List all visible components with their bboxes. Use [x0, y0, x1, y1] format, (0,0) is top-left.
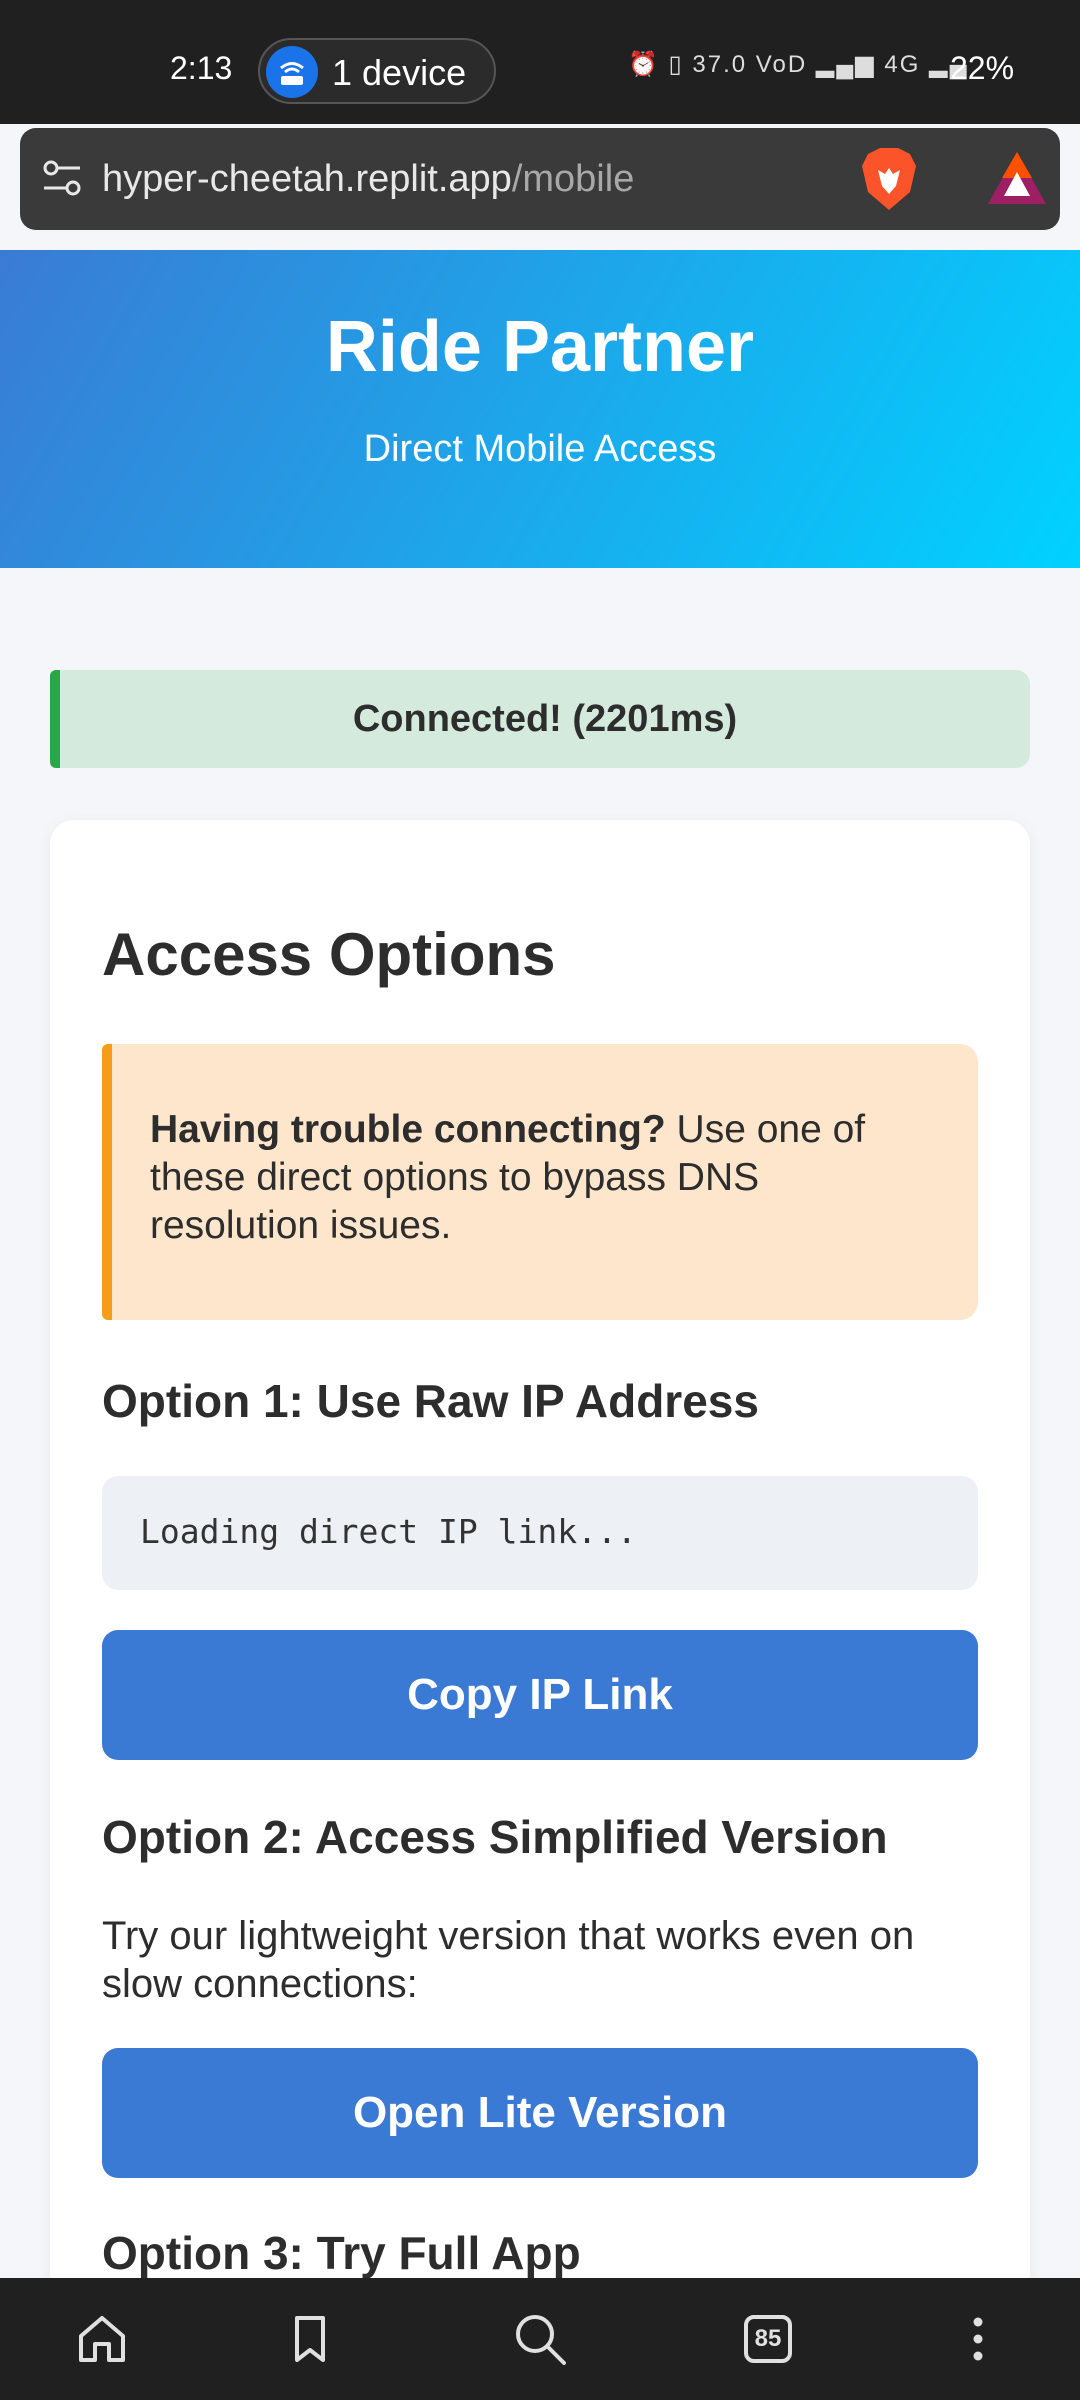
notice-bold: Having trouble connecting? — [150, 1108, 666, 1151]
url-text[interactable]: hyper-cheetah.replit.app/mobile — [102, 158, 634, 201]
search-icon[interactable] — [505, 2304, 575, 2374]
card-title: Access Options — [102, 921, 556, 988]
tabs-count: 85 — [744, 2315, 792, 2363]
device-label: 1 device — [332, 52, 467, 93]
more-icon[interactable] — [943, 2304, 1013, 2374]
copy-ip-link-button[interactable]: Copy IP Link — [102, 1630, 978, 1760]
status-bar: 2:13 1 device ⏰ ▯ 37.0 VoD ▂▄▆ 4G ▂▄ 22% — [0, 0, 1080, 124]
url-domain: hyper-cheetah.replit.app — [102, 158, 512, 200]
address-bar[interactable]: hyper-cheetah.replit.app/mobile — [20, 128, 1060, 230]
status-time: 2:13 — [170, 50, 233, 86]
device-pill[interactable]: 1 device — [258, 38, 496, 104]
option3-title: Option 3: Try Full App — [102, 2227, 581, 2279]
trouble-notice: Having trouble connecting? Use one of th… — [102, 1044, 978, 1320]
bat-rewards-icon[interactable] — [986, 150, 1048, 208]
url-path: /mobile — [511, 158, 635, 200]
option1-title: Option 1: Use Raw IP Address — [102, 1375, 759, 1427]
home-icon[interactable] — [67, 2304, 137, 2374]
ip-link-box: Loading direct IP link... — [102, 1476, 978, 1590]
brave-lion-icon[interactable] — [858, 146, 920, 212]
tabs-icon[interactable]: 85 — [733, 2304, 803, 2374]
status-icons: ⏰ ▯ 37.0 VoD ▂▄▆ 4G ▂▄ — [628, 51, 969, 78]
option2-title: Option 2: Access Simplified Version — [102, 1811, 888, 1863]
browser-bottom-nav: 85 — [0, 2278, 1080, 2400]
app-title: Ride Partner — [325, 307, 755, 387]
access-options-card: Access Options Having trouble connecting… — [50, 820, 1030, 2320]
option2-description: Try our lightweight version that works e… — [102, 1914, 915, 2006]
tune-icon[interactable] — [42, 158, 82, 198]
connection-status: Connected! (2201ms) — [50, 670, 1030, 768]
bookmark-icon[interactable] — [275, 2304, 345, 2374]
app-subtitle: Direct Mobile Access — [363, 428, 717, 470]
wifi-router-icon — [266, 46, 318, 98]
battery-level: 22% — [950, 50, 1015, 86]
hero-header: Ride Partner Direct Mobile Access — [0, 250, 1080, 568]
open-lite-version-button[interactable]: Open Lite Version — [102, 2048, 978, 2178]
